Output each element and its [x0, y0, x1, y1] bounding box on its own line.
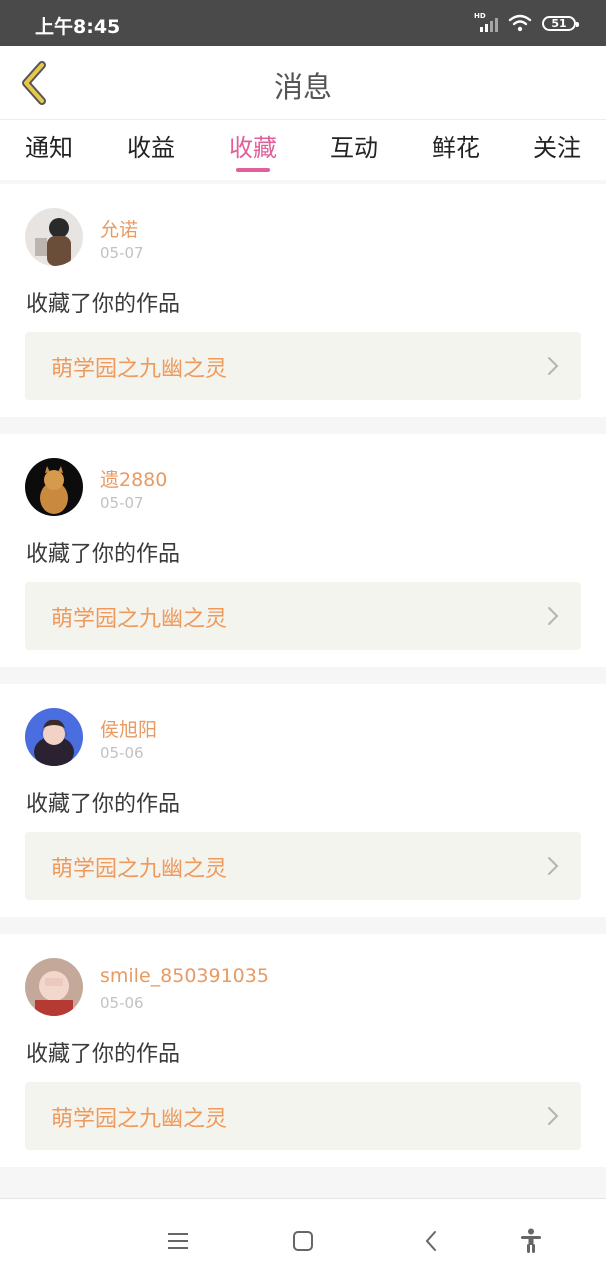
username[interactable]: 允诺	[100, 215, 138, 242]
back-nav-button[interactable]	[415, 1225, 447, 1257]
avatar[interactable]	[25, 708, 83, 766]
message-text: 收藏了你的作品	[26, 1042, 181, 1067]
work-link[interactable]: 萌学园之九幽之灵	[25, 1082, 581, 1150]
menu-button[interactable]	[162, 1225, 194, 1257]
home-button[interactable]	[287, 1225, 319, 1257]
chevron-right-icon	[548, 357, 559, 375]
tab-flowers[interactable]: 鲜花	[416, 128, 496, 163]
chevron-right-icon	[548, 857, 559, 875]
work-title: 萌学园之九幽之灵	[51, 857, 228, 882]
message-date: 05-06	[100, 994, 144, 1012]
tab-interactions[interactable]: 互动	[314, 128, 394, 163]
message-text: 收藏了你的作品	[26, 542, 181, 567]
avatar[interactable]	[25, 458, 83, 516]
accessibility-button[interactable]	[515, 1225, 547, 1257]
status-bar: 上午8:45 HD 51	[0, 0, 606, 46]
page-title: 消息	[273, 70, 332, 104]
wifi-icon	[508, 14, 532, 32]
work-link[interactable]: 萌学园之九幽之灵	[25, 832, 581, 900]
username[interactable]: smile_850391035	[100, 965, 269, 987]
chevron-right-icon	[548, 1107, 559, 1125]
home-square-icon	[293, 1231, 313, 1251]
avatar[interactable]	[25, 958, 83, 1016]
message-card: 侯旭阳 05-06 收藏了你的作品 萌学园之九幽之灵	[0, 684, 606, 917]
message-text: 收藏了你的作品	[26, 792, 181, 817]
system-nav-bar	[0, 1198, 606, 1281]
nav-header: 消息	[0, 46, 606, 120]
back-triangle-icon	[425, 1231, 436, 1251]
message-text: 收藏了你的作品	[26, 292, 181, 317]
tab-follows[interactable]: 关注	[517, 128, 597, 163]
message-card: 允诺 05-07 收藏了你的作品 萌学园之九幽之灵	[0, 184, 606, 417]
username[interactable]: 遗2880	[100, 465, 167, 492]
message-date: 05-07	[100, 244, 144, 262]
chevron-right-icon	[548, 607, 559, 625]
message-date: 05-06	[100, 744, 144, 762]
message-card: smile_850391035 05-06 收藏了你的作品 萌学园之九幽之灵	[0, 934, 606, 1167]
avatar[interactable]	[25, 208, 83, 266]
message-date: 05-07	[100, 494, 144, 512]
tab-earnings[interactable]: 收益	[111, 128, 191, 163]
tab-favorites[interactable]: 收藏	[213, 128, 293, 163]
username[interactable]: 侯旭阳	[100, 715, 157, 742]
work-title: 萌学园之九幽之灵	[51, 607, 228, 632]
work-title: 萌学园之九幽之灵	[51, 1107, 228, 1132]
work-title: 萌学园之九幽之灵	[51, 357, 228, 382]
work-link[interactable]: 萌学园之九幽之灵	[25, 332, 581, 400]
battery-icon: 51	[542, 15, 579, 31]
message-card: 遗2880 05-07 收藏了你的作品 萌学园之九幽之灵	[0, 434, 606, 667]
accessibility-icon	[521, 1228, 541, 1253]
menu-icon	[168, 1233, 188, 1249]
tab-bar: 通知 收益 收藏 互动 鲜花 关注	[0, 120, 606, 180]
tab-notifications[interactable]: 通知	[9, 128, 89, 163]
battery-level: 51	[551, 16, 567, 30]
status-icons: HD 51	[474, 12, 579, 34]
active-tab-indicator	[236, 168, 270, 172]
status-time: 上午8:45	[35, 16, 121, 38]
signal-icon: HD	[474, 12, 498, 34]
work-link[interactable]: 萌学园之九幽之灵	[25, 582, 581, 650]
